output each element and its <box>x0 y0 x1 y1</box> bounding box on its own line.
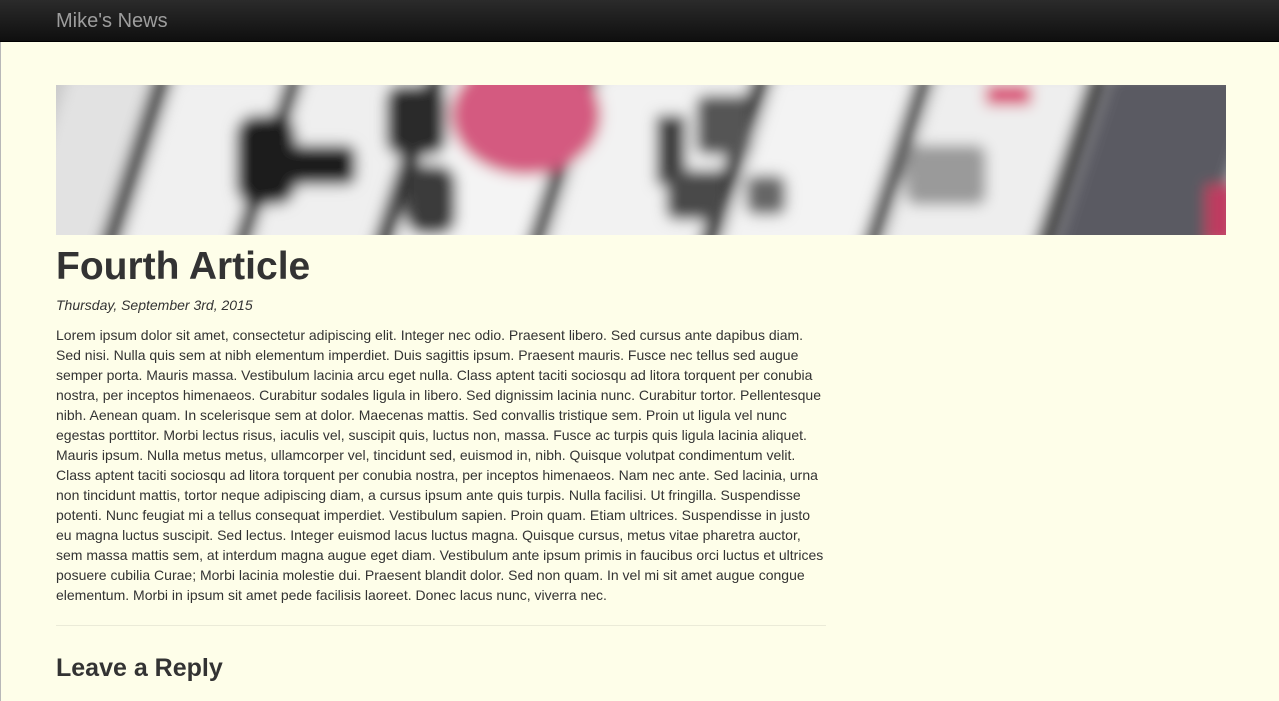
article-banner-image <box>56 85 1226 235</box>
article-date: Thursday, September 3rd, 2015 <box>56 297 253 313</box>
top-navbar: Mike's News <box>0 0 1279 42</box>
article-body: Lorem ipsum dolor sit amet, consectetur … <box>56 327 824 603</box>
window-left-border <box>0 0 1 701</box>
section-divider <box>56 625 826 626</box>
article-title: Fourth Article <box>56 245 311 288</box>
newspaper-banner-graphic <box>56 85 1226 235</box>
leave-reply-heading: Leave a Reply <box>56 654 223 682</box>
site-brand-link[interactable]: Mike's News <box>56 10 168 32</box>
